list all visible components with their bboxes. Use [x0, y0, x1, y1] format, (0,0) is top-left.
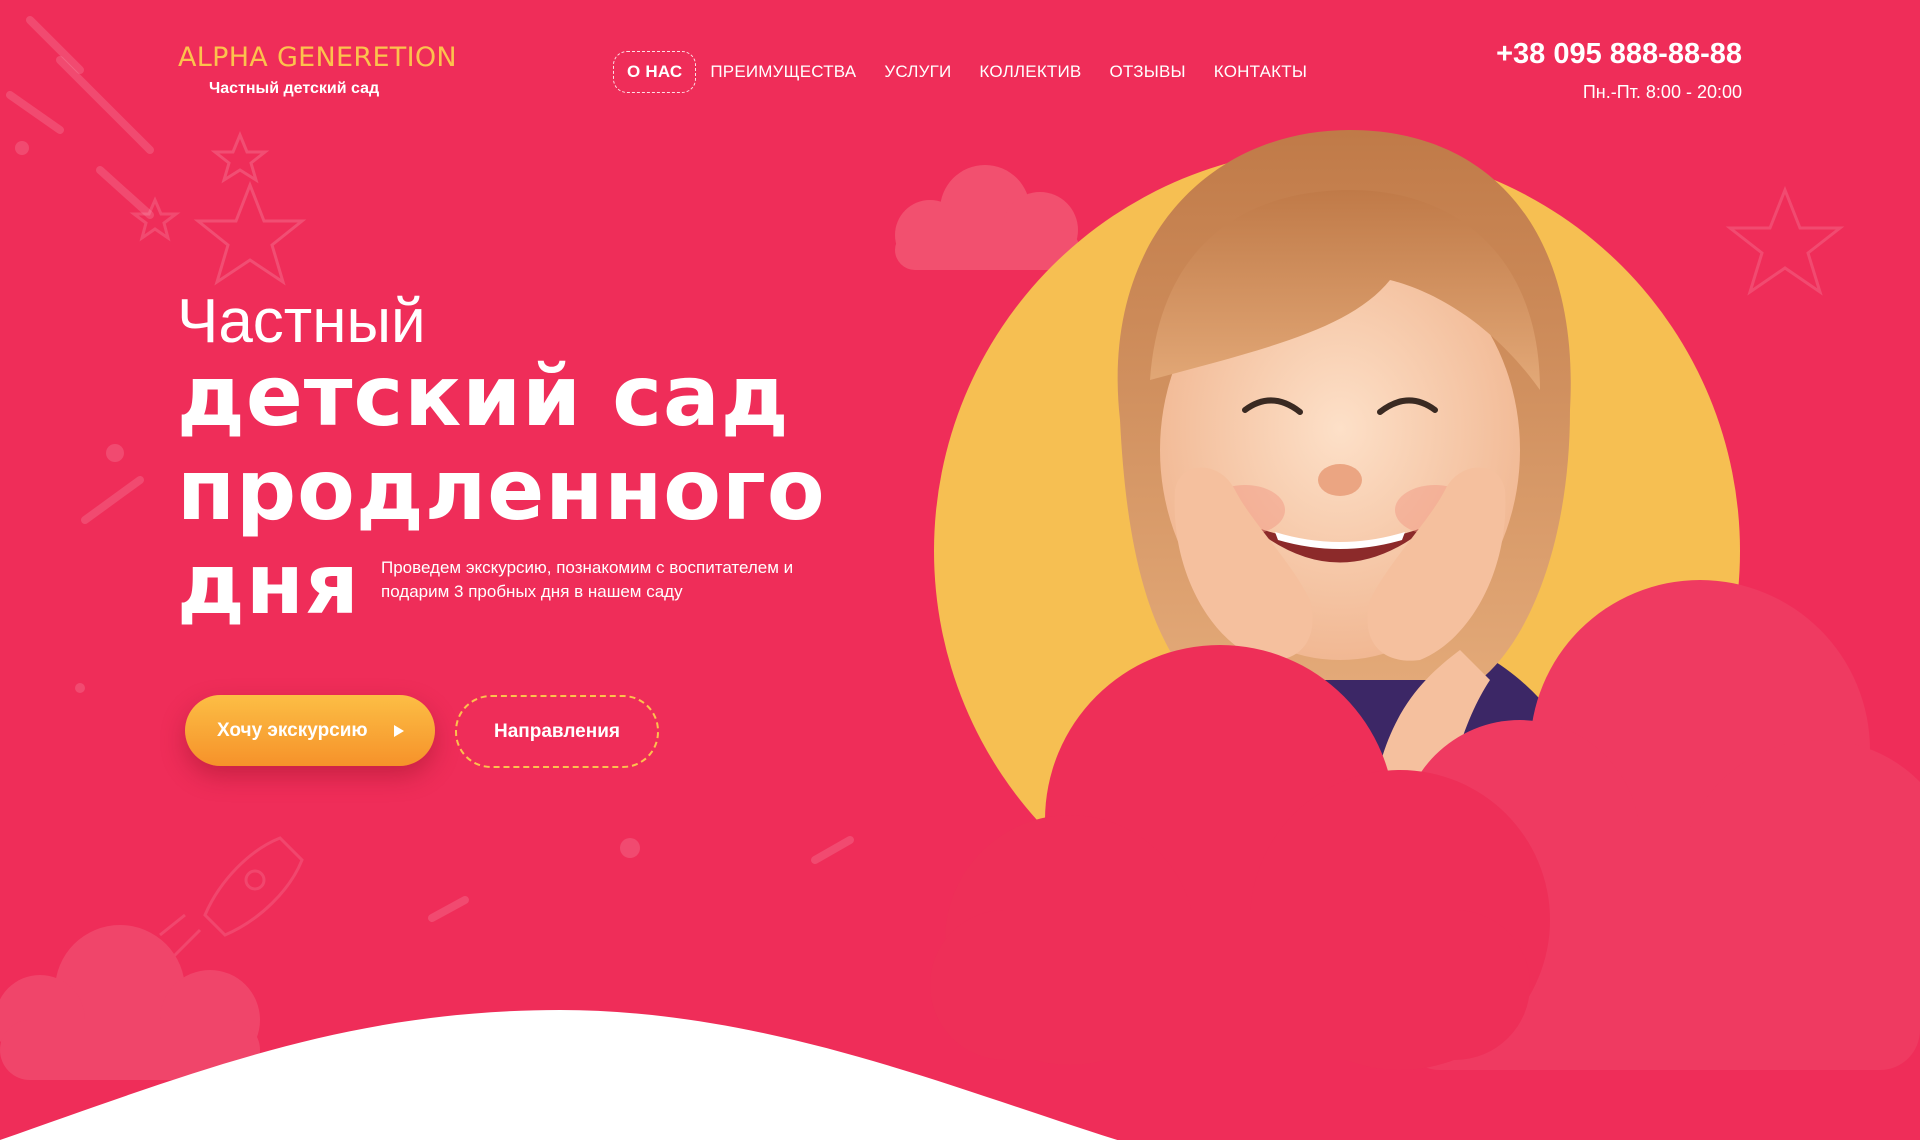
- footer-wave: [0, 1010, 1920, 1147]
- directions-button-label: Направления: [494, 720, 620, 742]
- nav-item-about[interactable]: О НАС: [613, 51, 697, 93]
- hero-title-line2: детский сад: [177, 347, 790, 445]
- nav-item-services[interactable]: УСЛУГИ: [884, 62, 951, 82]
- directions-button[interactable]: Направления: [455, 695, 659, 768]
- hero-title-line3: продленного: [177, 441, 826, 539]
- nav-item-contacts[interactable]: КОНТАКТЫ: [1214, 62, 1307, 82]
- main-nav: О НАС ПРЕИМУЩЕСТВА УСЛУГИ КОЛЛЕКТИВ ОТЗЫ…: [613, 51, 1335, 93]
- hero-title-line4: дня: [177, 535, 360, 633]
- phone-number[interactable]: +38 095 888-88-88: [1496, 38, 1742, 71]
- star-icon: [1725, 185, 1845, 296]
- nav-item-reviews[interactable]: ОТЗЫВЫ: [1109, 62, 1185, 82]
- hero-section: ALPHA GENERETION Частный детский сад О Н…: [0, 0, 1920, 1147]
- star-icon: [210, 131, 270, 184]
- tour-button-label: Хочу экскурсию: [217, 719, 368, 741]
- tour-button[interactable]: Хочу экскурсию: [185, 695, 435, 766]
- play-arrow-icon: [393, 724, 404, 737]
- logo-subtitle: Частный детский сад: [209, 80, 380, 97]
- nav-item-team[interactable]: КОЛЛЕКТИВ: [979, 62, 1081, 82]
- logo-title[interactable]: ALPHA GENERETION: [178, 42, 457, 73]
- working-hours: Пн.-Пт. 8:00 - 20:00: [1582, 82, 1742, 102]
- hero-subtitle: Проведем экскурсию, познакомим с воспита…: [381, 558, 794, 601]
- nav-item-advantages[interactable]: ПРЕИМУЩЕСТВА: [710, 62, 856, 82]
- star-icon: [193, 180, 307, 286]
